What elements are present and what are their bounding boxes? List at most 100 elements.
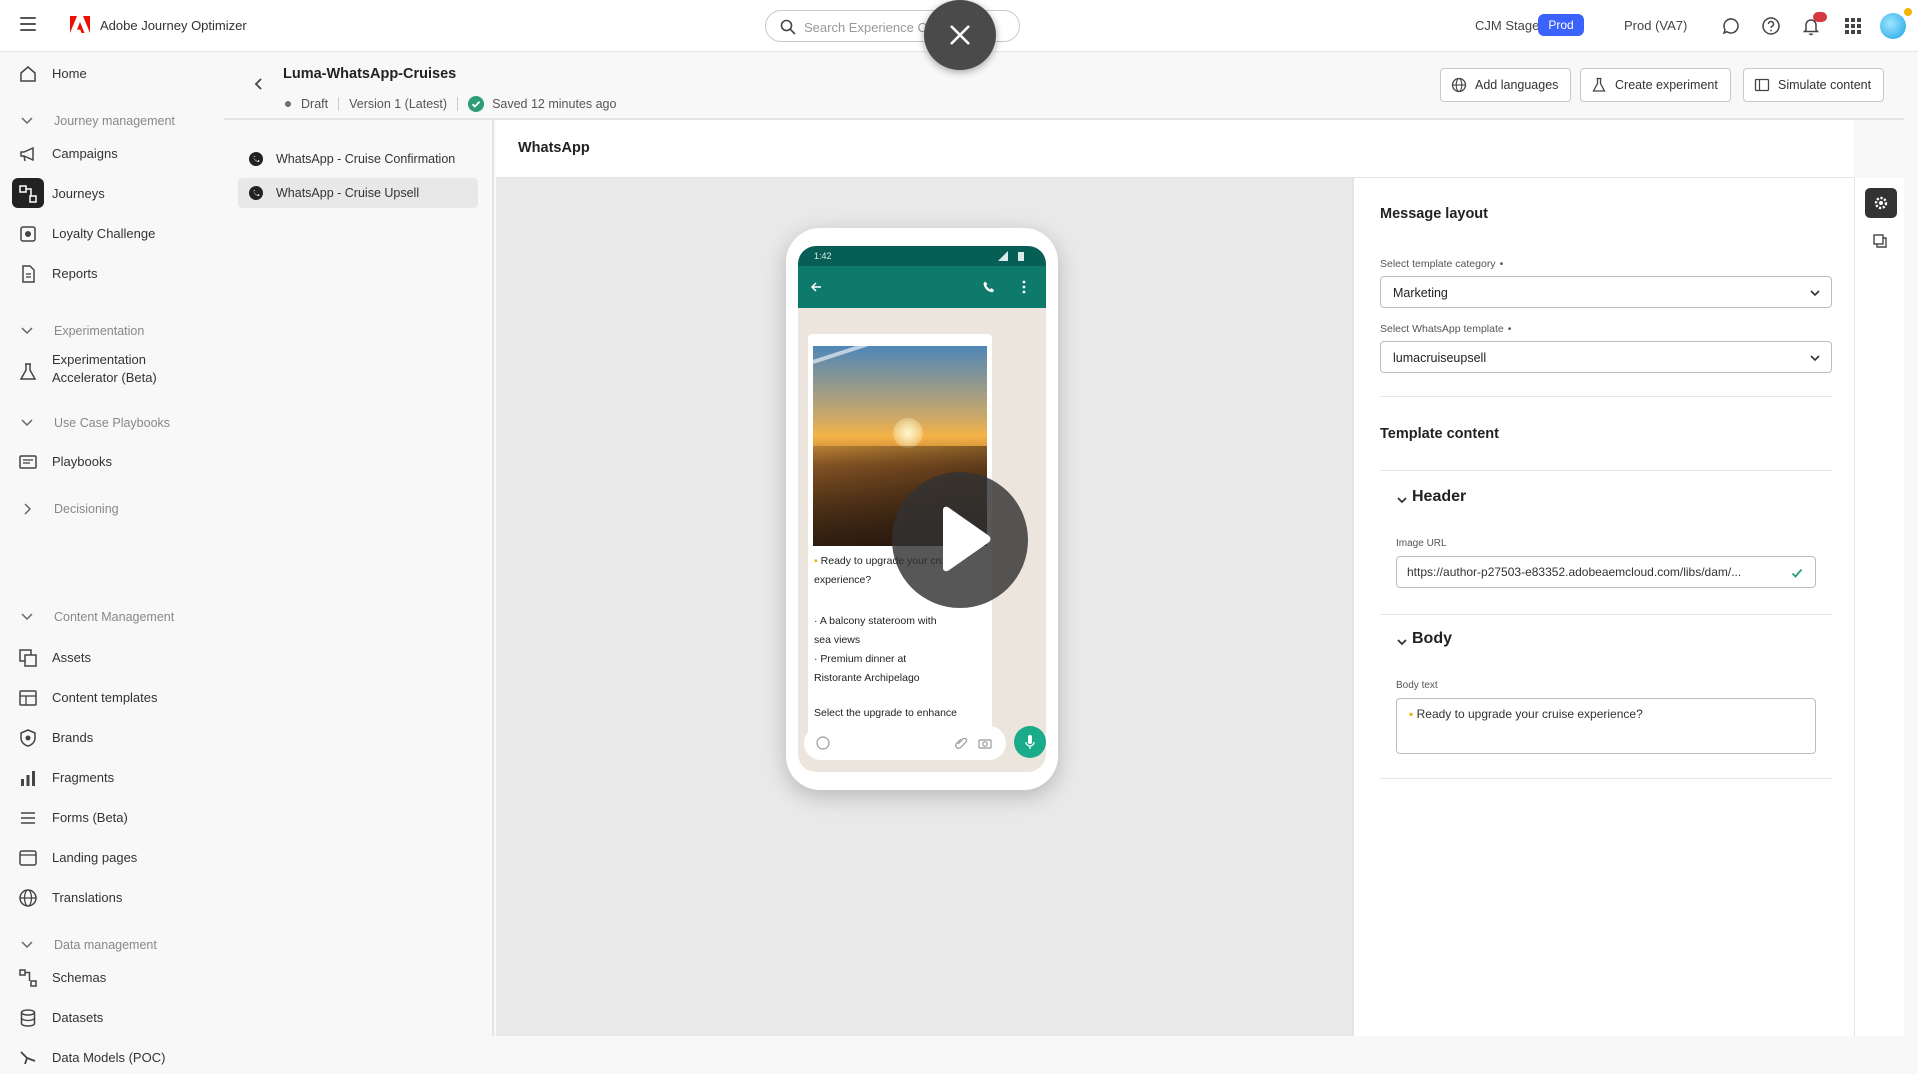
- feedback-icon[interactable]: [1720, 15, 1742, 37]
- header-accordion-title[interactable]: Header: [1412, 488, 1466, 506]
- form-icon: [21, 812, 35, 824]
- notification-badge: [1813, 12, 1827, 22]
- chevron-down-icon[interactable]: [1396, 636, 1408, 648]
- report-icon: [22, 265, 35, 283]
- message-body-cta: Select the upgrade to enhance: [814, 707, 958, 719]
- channel-title: WhatsApp: [518, 140, 590, 156]
- assets-icon: [19, 649, 37, 667]
- nav-section-use-case-playbooks[interactable]: Use Case Playbooks: [20, 412, 220, 436]
- page-title: Luma-WhatsApp-Cruises: [283, 66, 457, 82]
- nav-item-content-templates[interactable]: Content templates: [12, 680, 212, 714]
- simulate-content-button[interactable]: Simulate content: [1743, 68, 1885, 102]
- nav-item-experimentation-accelerator[interactable]: Experimentation Accelerator (Beta): [12, 348, 212, 392]
- nav-section-experimentation[interactable]: Experimentation: [20, 320, 220, 344]
- phone-status-bar: 1:42: [798, 246, 1046, 266]
- list-item-cruise-upsell[interactable]: WhatsApp - Cruise Upsell: [238, 178, 478, 208]
- chevron-down-icon[interactable]: [1396, 494, 1408, 506]
- emoji-icon: [816, 736, 830, 750]
- nav-item-reports[interactable]: Reports: [12, 256, 212, 290]
- message-composer: [804, 726, 1006, 760]
- data-model-icon: [20, 1051, 36, 1065]
- signal-battery-icon: [998, 251, 1024, 261]
- section-divider: [1380, 396, 1832, 397]
- version-label[interactable]: Version 1 (Latest): [349, 97, 447, 111]
- canvas-header: WhatsApp: [496, 120, 1854, 178]
- megaphone-icon: [20, 146, 34, 162]
- nav-section-content-management[interactable]: Content Management: [20, 606, 220, 630]
- body-text-field[interactable]: ▪ Ready to upgrade your cruise experienc…: [1396, 698, 1816, 754]
- camera-icon: [978, 739, 992, 749]
- section-divider: [1380, 778, 1832, 779]
- nav-item-brands[interactable]: Brands: [12, 720, 212, 754]
- search-icon: [780, 19, 796, 35]
- brand-shield-icon: [20, 729, 36, 747]
- mic-button: [1014, 726, 1046, 758]
- whatsapp-icon: [249, 186, 263, 200]
- nav-item-journeys[interactable]: Journeys: [12, 176, 212, 210]
- image-url-field[interactable]: https://author-p27503-e83352.adobeaemclo…: [1396, 556, 1816, 588]
- nav-item-landing-pages[interactable]: Landing pages: [12, 840, 212, 874]
- playbook-icon: [19, 455, 37, 469]
- nav-section-journey-management[interactable]: Journey management: [20, 110, 220, 134]
- globe-icon: [19, 889, 37, 907]
- template-category-select[interactable]: Marketing: [1380, 276, 1832, 308]
- nav-section-data-management[interactable]: Data management: [20, 934, 220, 958]
- more-vertical-icon: [1022, 280, 1026, 294]
- chevron-down-icon: [21, 419, 33, 427]
- whatsapp-template-select[interactable]: lumacruiseupsell: [1380, 341, 1832, 373]
- chevron-down-icon: [21, 941, 33, 949]
- nav-item-data-models[interactable]: Data Models (POC): [12, 1040, 212, 1074]
- template-category-label: Select template category •: [1380, 258, 1504, 270]
- nav-item-schemas[interactable]: Schemas: [12, 960, 212, 994]
- chevron-down-icon: [21, 327, 33, 335]
- back-arrow-icon: [810, 282, 821, 292]
- apps-grid-icon[interactable]: [1842, 15, 1864, 37]
- menu-icon[interactable]: [20, 17, 36, 31]
- chevron-down-icon: [21, 613, 33, 621]
- message-layout-heading: Message layout: [1380, 206, 1488, 222]
- play-icon: [943, 506, 991, 572]
- org-name[interactable]: CJM Stage: [1475, 18, 1539, 33]
- user-avatar[interactable]: [1880, 13, 1906, 39]
- nav-item-assets[interactable]: Assets: [12, 640, 212, 674]
- whatsapp-icon: [249, 152, 263, 166]
- saved-check-icon: [468, 96, 485, 112]
- nav-item-loyalty-challenge[interactable]: Loyalty Challenge: [12, 216, 212, 250]
- properties-panel: Message layout Select template category •…: [1352, 178, 1854, 1036]
- right-rail: [1854, 178, 1904, 1036]
- back-chevron-icon[interactable]: [252, 77, 266, 91]
- nav-item-home[interactable]: Home: [12, 56, 212, 90]
- body-text-label: Body text: [1396, 680, 1438, 691]
- nav-item-fragments[interactable]: Fragments: [12, 760, 212, 794]
- image-url-label: Image URL: [1396, 538, 1447, 549]
- add-languages-button[interactable]: Add languages: [1440, 68, 1572, 102]
- create-experiment-button[interactable]: Create experiment: [1580, 68, 1731, 102]
- whatsapp-app-bar: [798, 266, 1046, 308]
- flask-icon: [1592, 77, 1606, 92]
- top-bar: Adobe Journey Optimizer CJM Stage Prod P…: [0, 0, 1918, 70]
- loyalty-icon: [20, 226, 36, 242]
- message-list: WhatsApp - Cruise Confirmation WhatsApp …: [224, 120, 494, 1036]
- nav-item-datasets[interactable]: Datasets: [12, 1000, 212, 1034]
- body-accordion-title[interactable]: Body: [1412, 630, 1452, 648]
- list-item-cruise-confirmation[interactable]: WhatsApp - Cruise Confirmation: [238, 144, 478, 174]
- nav-item-translations[interactable]: Translations: [12, 880, 212, 914]
- nav-section-decisioning[interactable]: Decisioning: [20, 498, 220, 522]
- nav-item-playbooks[interactable]: Playbooks: [12, 444, 212, 478]
- status-badge: Draft: [301, 97, 329, 111]
- sandbox-switcher[interactable]: Prod (VA7): [1624, 18, 1687, 33]
- video-play-button[interactable]: [892, 472, 1028, 608]
- message-body-list: · A balcony stateroom with sea views · P…: [814, 615, 937, 684]
- gear-icon: [1874, 196, 1888, 210]
- attach-icon: [955, 737, 968, 749]
- template-content-heading: Template content: [1380, 426, 1499, 442]
- nav-item-forms[interactable]: Forms (Beta): [12, 800, 212, 834]
- layers-icon[interactable]: [1872, 233, 1888, 249]
- properties-toggle-button[interactable]: [1865, 188, 1897, 218]
- simulate-icon: [1754, 78, 1770, 92]
- close-video-button[interactable]: [924, 0, 996, 70]
- phone-call-icon: [983, 281, 995, 293]
- help-icon[interactable]: [1760, 15, 1782, 37]
- valid-check-icon: [1791, 568, 1803, 578]
- nav-item-campaigns[interactable]: Campaigns: [12, 136, 212, 170]
